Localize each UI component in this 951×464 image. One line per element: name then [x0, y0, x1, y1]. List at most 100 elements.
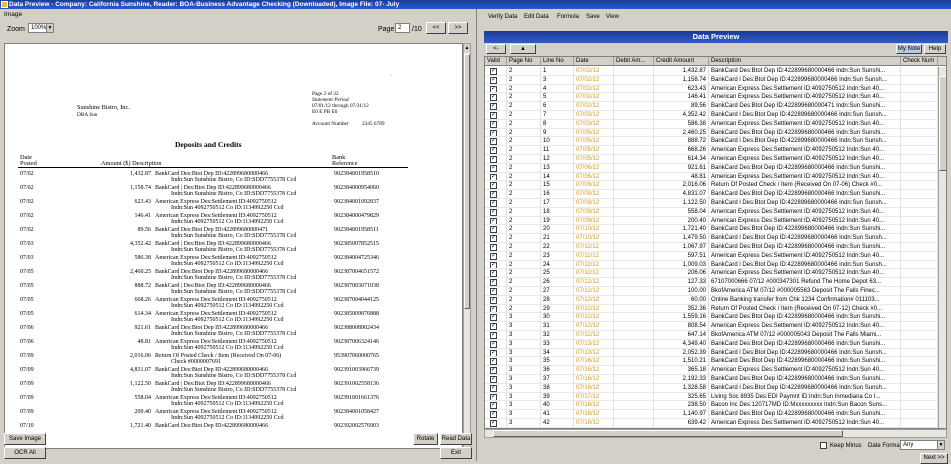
- cell-desc[interactable]: BankCard l Des:Btot Dep ID:4228996800004…: [709, 260, 901, 270]
- cell-date[interactable]: 07/09/12: [574, 190, 614, 199]
- valid-checkbox[interactable]: ✓: [490, 76, 497, 84]
- cell-debit[interactable]: [614, 216, 654, 226]
- cell-page[interactable]: 3: [507, 313, 541, 323]
- cell-page[interactable]: 2: [507, 102, 541, 111]
- cell-desc[interactable]: American Express Des:Settlement ID:40927…: [709, 366, 901, 375]
- valid-checkbox[interactable]: ✓: [490, 376, 497, 383]
- cell-page[interactable]: 2: [507, 137, 541, 147]
- cell-check-num[interactable]: [901, 137, 938, 147]
- cell-desc[interactable]: American Express Des:Settlement ID:40927…: [709, 251, 901, 261]
- cell-date[interactable]: 07/12/12: [574, 287, 614, 296]
- cell-debit[interactable]: [614, 207, 654, 217]
- cell-page[interactable]: 2: [507, 251, 541, 261]
- cell-date[interactable]: 07/18/12: [574, 410, 614, 419]
- table-row[interactable]: ✓ 2 27 07/12/12 100.00 BkofAmerica ATM 07/12 …: [485, 287, 946, 296]
- cell-page[interactable]: 3: [507, 401, 541, 411]
- cell-debit[interactable]: [614, 419, 654, 428]
- cell-debit[interactable]: [614, 155, 654, 164]
- grid-hscroll-thumb[interactable]: [493, 430, 843, 437]
- cell-desc[interactable]: BankCard Des:Btot Dep ID:422899680000466…: [709, 67, 901, 76]
- cell-line[interactable]: 1: [541, 67, 574, 76]
- cell-desc[interactable]: BankCard l Des:Btot Dep ID:4228996800004…: [709, 348, 901, 358]
- table-row[interactable]: ✓ 3 39 07/17/12 325.65 Living Soc 8935 Des:ED…: [485, 392, 946, 402]
- cell-debit[interactable]: [614, 410, 654, 419]
- cell-debit[interactable]: [614, 366, 654, 375]
- table-row[interactable]: ✓ 2 13 07/06/12 921.61 BankCard Des:Btot Dep …: [485, 163, 946, 173]
- cell-line[interactable]: 42: [541, 419, 574, 428]
- cell-debit[interactable]: [614, 357, 654, 367]
- menu-edit-data[interactable]: Edit Data: [524, 14, 549, 20]
- cell-line[interactable]: 12: [541, 155, 574, 164]
- cell-date[interactable]: 07/02/12: [574, 93, 614, 103]
- col-description[interactable]: Description: [709, 57, 901, 66]
- valid-checkbox[interactable]: ✓: [490, 138, 497, 146]
- cell-page[interactable]: 3: [507, 366, 541, 375]
- cell-date[interactable]: 07/03/12: [574, 111, 614, 120]
- dropdown-button[interactable]: ▲: [510, 44, 536, 54]
- table-row[interactable]: ✓ 2 20 07/10/12 1,721.40 BankCard Des:Btot De…: [485, 225, 946, 235]
- cell-credit[interactable]: 238.50: [654, 401, 709, 411]
- cell-credit[interactable]: 1,432.87: [654, 67, 709, 76]
- cell-page[interactable]: 3: [507, 357, 541, 367]
- cell-debit[interactable]: [614, 295, 654, 305]
- cell-page[interactable]: 2: [507, 163, 541, 173]
- exit-button[interactable]: Exit: [440, 447, 472, 459]
- cell-line[interactable]: 3: [541, 75, 574, 85]
- grid-scroll-thumb[interactable]: [939, 76, 946, 171]
- cell-credit[interactable]: 623.43: [654, 84, 709, 94]
- cell-date[interactable]: 07/05/12: [574, 137, 614, 147]
- cell-desc[interactable]: American Express Des:Settlement ID:40927…: [709, 216, 901, 226]
- table-row[interactable]: ✓ 3 38 07/16/12 1,328.58 BankCard l Des:Btot …: [485, 383, 946, 393]
- cell-date[interactable]: 07/05/12: [574, 155, 614, 164]
- valid-checkbox[interactable]: ✓: [490, 217, 497, 225]
- ocr-all-button[interactable]: OCR All: [4, 447, 46, 459]
- valid-checkbox[interactable]: ✓: [490, 147, 497, 155]
- table-row[interactable]: ✓ 2 18 07/09/12 558.04 American Express Des:S…: [485, 207, 946, 217]
- cell-line[interactable]: 21: [541, 234, 574, 243]
- cell-debit[interactable]: [614, 313, 654, 323]
- cell-credit[interactable]: 2,192.33: [654, 375, 709, 384]
- grid-vertical-scrollbar[interactable]: [938, 67, 946, 428]
- cell-line[interactable]: 10: [541, 137, 574, 147]
- cell-credit[interactable]: 206.06: [654, 269, 709, 279]
- cell-credit[interactable]: 597.51: [654, 251, 709, 261]
- table-row[interactable]: ✓ 2 12 07/05/12 614.34 American Express Des:S…: [485, 155, 946, 164]
- cell-debit[interactable]: [614, 102, 654, 111]
- valid-checkbox[interactable]: ✓: [490, 182, 497, 190]
- cell-line[interactable]: 7: [541, 111, 574, 120]
- cell-date[interactable]: 07/10/12: [574, 234, 614, 243]
- cell-page[interactable]: 2: [507, 119, 541, 129]
- cell-page[interactable]: 3: [507, 383, 541, 393]
- cell-line[interactable]: 39: [541, 392, 574, 402]
- cell-credit[interactable]: 639.42: [654, 419, 709, 428]
- cell-page[interactable]: 3: [507, 331, 541, 340]
- col-credit-amount[interactable]: Credit Amount: [654, 57, 709, 66]
- cell-check-num[interactable]: [901, 410, 938, 419]
- table-row[interactable]: ✓ 2 16 07/09/12 4,831.07 BankCard Des:Btot De…: [485, 190, 946, 199]
- cell-date[interactable]: 07/12/12: [574, 295, 614, 305]
- cell-credit[interactable]: 668.26: [654, 146, 709, 155]
- cell-debit[interactable]: [614, 225, 654, 235]
- cell-check-num[interactable]: [901, 67, 938, 76]
- cell-page[interactable]: 2: [507, 234, 541, 243]
- cell-debit[interactable]: [614, 348, 654, 358]
- cell-date[interactable]: 07/11/12: [574, 243, 614, 252]
- valid-checkbox[interactable]: ✓: [490, 384, 497, 392]
- cell-line[interactable]: 29: [541, 304, 574, 314]
- cell-credit[interactable]: 325.65: [654, 392, 709, 402]
- table-row[interactable]: ✓ 2 15 07/09/12 2,016.06 Return Of Posted Che…: [485, 181, 946, 191]
- cell-date[interactable]: 07/12/12: [574, 278, 614, 287]
- cell-debit[interactable]: [614, 339, 654, 349]
- cell-page[interactable]: 2: [507, 243, 541, 252]
- valid-checkbox[interactable]: ✓: [490, 235, 497, 243]
- cell-credit[interactable]: 352.36: [654, 304, 709, 314]
- cell-desc[interactable]: American Express Des:Settlement ID:40927…: [709, 146, 901, 155]
- valid-checkbox[interactable]: ✓: [490, 156, 497, 163]
- table-row[interactable]: ✓ 2 25 07/11/12 206.06 American Express Des:S…: [485, 269, 946, 279]
- cell-credit[interactable]: 2,052.39: [654, 348, 709, 358]
- cell-date[interactable]: 07/16/12: [574, 383, 614, 393]
- cell-page[interactable]: 3: [507, 375, 541, 384]
- valid-checkbox[interactable]: ✓: [490, 314, 497, 322]
- cell-check-num[interactable]: [901, 146, 938, 155]
- cell-credit[interactable]: 1,140.97: [654, 410, 709, 419]
